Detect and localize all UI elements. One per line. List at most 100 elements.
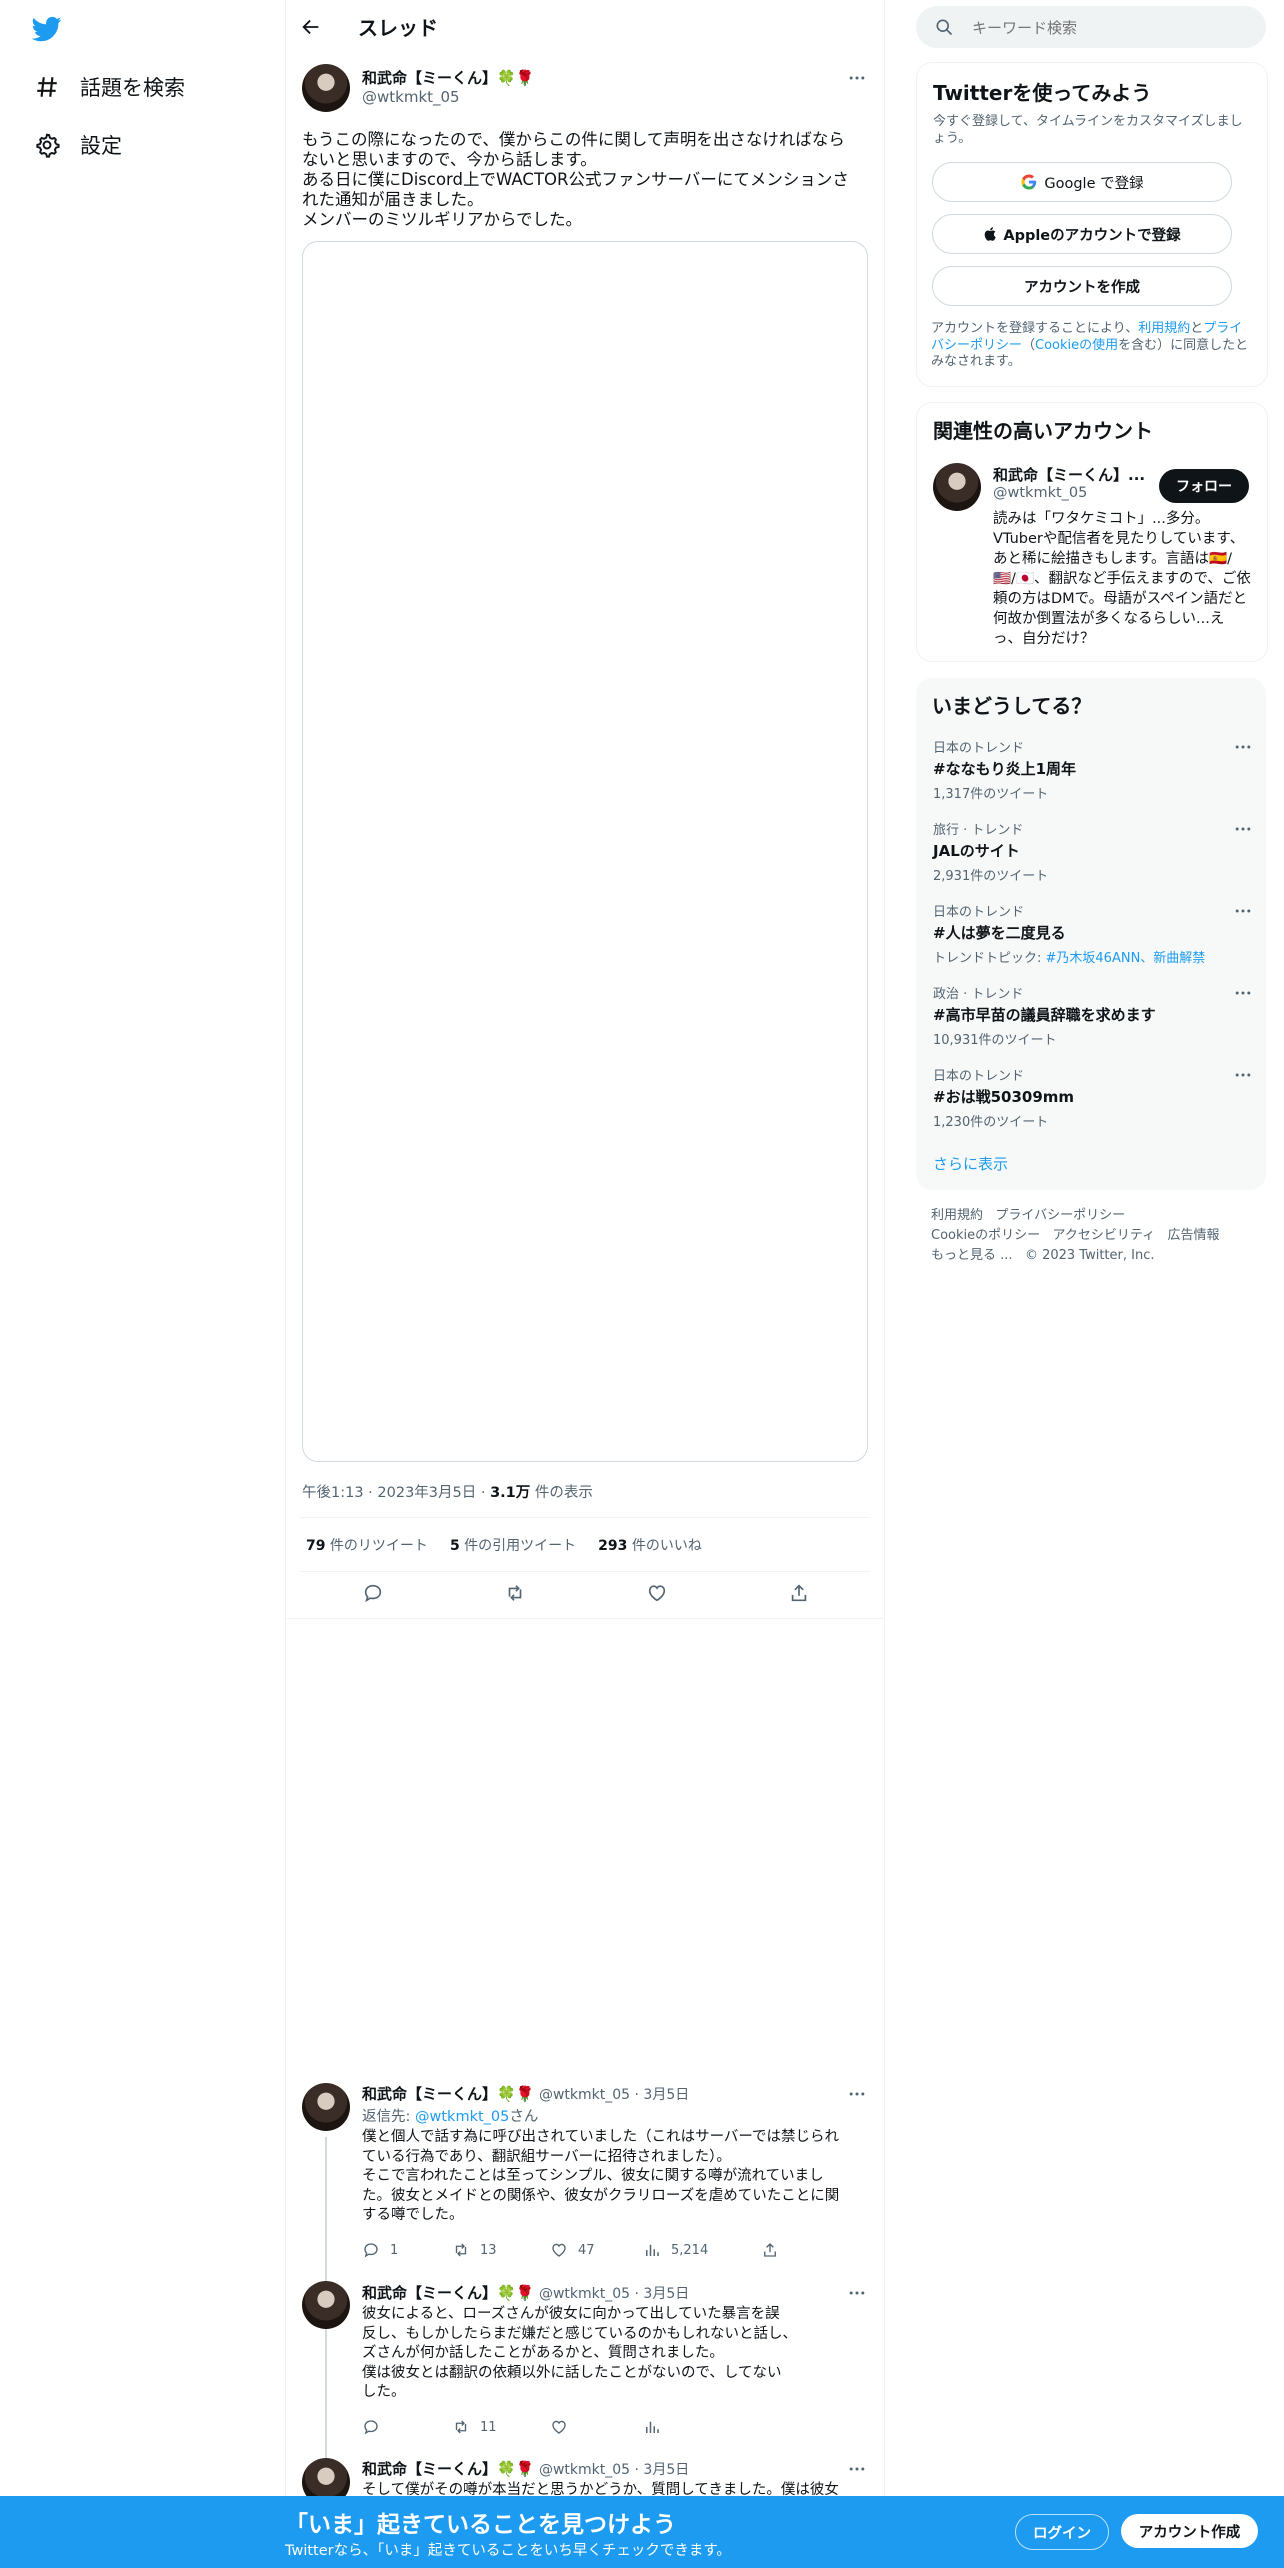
- share-icon[interactable]: [788, 1582, 810, 1604]
- avatar[interactable]: [933, 463, 981, 511]
- follow-button[interactable]: フォロー: [1159, 469, 1249, 503]
- author-name[interactable]: 和武命【ミーくん】🍀🌹: [362, 2460, 534, 2478]
- more-options-icon[interactable]: [1233, 737, 1253, 757]
- trend-item[interactable]: 日本のトレンド #人は夢を二度見る トレンドトピック: #乃木坂46ANN、新曲…: [933, 901, 1253, 966]
- quotes-stat[interactable]: 5 件の引用ツイート: [450, 1535, 576, 1555]
- retweets-stat[interactable]: 79 件のリツイート: [306, 1535, 428, 1555]
- trend-item[interactable]: 日本のトレンド #ななもり炎上1周年 1,317件のツイート: [933, 737, 1253, 802]
- tweet-line: ないと思いますので、今から話します。: [302, 150, 597, 169]
- author-name[interactable]: 和武命【ミーくん】🍀🌹: [362, 2085, 534, 2103]
- reply-button[interactable]: [362, 2418, 452, 2436]
- login-button[interactable]: ログイン: [1015, 2514, 1109, 2550]
- retweet-icon[interactable]: [504, 1582, 526, 1604]
- avatar[interactable]: [302, 2281, 350, 2329]
- views-count: 3.1万: [490, 1485, 531, 1501]
- trend-item[interactable]: 日本のトレンド #おは戦50309mm 1,230件のツイート: [933, 1065, 1253, 1130]
- reply-icon: [364, 2243, 378, 2258]
- related-title: 関連性の高いアカウント: [933, 419, 1153, 443]
- like-icon[interactable]: [646, 1582, 668, 1604]
- reply-line: した。: [362, 2384, 406, 2400]
- like-count: 47: [578, 2242, 595, 2258]
- terms-prefix: アカウントを登録することにより、: [931, 321, 1139, 336]
- twitter-logo-icon[interactable]: [30, 14, 64, 44]
- reply-to-handle[interactable]: @wtkmkt_05: [415, 2109, 509, 2125]
- avatar[interactable]: [302, 2083, 350, 2131]
- reply-meta: @wtkmkt_05 · 3月5日: [538, 2462, 690, 2478]
- more-options-icon[interactable]: [1233, 819, 1253, 839]
- avatar[interactable]: [302, 64, 350, 112]
- tweet-line: れた通知が届きました。: [302, 190, 484, 209]
- footer-accessibility-link[interactable]: アクセシビリティ: [1053, 1228, 1156, 1243]
- trend-item[interactable]: 旅行 · トレンド JALのサイト 2,931件のツイート: [933, 819, 1253, 884]
- signup-label: アカウント作成: [1138, 2524, 1241, 2541]
- apple-signup-button[interactable]: Appleのアカウントで登録: [932, 214, 1232, 254]
- author-name[interactable]: 和武命【ミーくん】🍀🌹: [362, 2284, 534, 2302]
- more-options-icon[interactable]: [1233, 1065, 1253, 1085]
- trend-count: 1,230件のツイート: [933, 1115, 1049, 1130]
- reply-line: た。彼女とメイドとの関係や、彼女がクラリローズを虐めていたことに関: [362, 2187, 840, 2204]
- related-name[interactable]: 和武命【ミーくん】...: [993, 464, 1145, 485]
- trend-title: JALのサイト: [933, 842, 1020, 860]
- show-more-link[interactable]: さらに表示: [933, 1153, 1008, 1174]
- trend-item[interactable]: 政治 · トレンド #高市早苗の議員辞職を求めます 10,931件のツイート: [933, 983, 1253, 1048]
- trend-title: #高市早苗の議員辞職を求めます: [933, 1006, 1156, 1024]
- footer-ads-link[interactable]: 広告情報: [1168, 1228, 1220, 1243]
- footer-terms-link[interactable]: 利用規約: [931, 1208, 983, 1223]
- back-arrow-icon[interactable]: [300, 16, 322, 38]
- footer-privacy-link[interactable]: プライバシーポリシー: [995, 1208, 1125, 1223]
- author-handle[interactable]: @wtkmkt_05: [362, 88, 460, 106]
- trend-count: 2,931件のツイート: [933, 869, 1049, 884]
- thread-column: スレッド 和武命【ミーくん】🍀🌹 @wtkmkt_05 もうこの際になったので、…: [285, 0, 885, 2568]
- retweet-button[interactable]: 13: [452, 2241, 550, 2259]
- tweet-text: もうこの際になったので、僕からこの件に関して声明を出さなければなら ないと思いま…: [302, 130, 862, 230]
- author-name[interactable]: 和武命【ミーくん】🍀🌹: [362, 67, 534, 88]
- reply-line: ている行為であり、翻訳組サーバーに招待されました）。: [362, 2148, 731, 2165]
- signup-subtitle: 今すぐ登録して、タイムラインをカスタマイズしましょう。: [933, 114, 1243, 146]
- reply-line: 彼女によると、ローズさんが彼女に向かって出していた暴言を誤: [362, 2306, 780, 2322]
- page-title: スレッド: [358, 16, 438, 40]
- search-input[interactable]: [970, 14, 1254, 42]
- more-options-icon[interactable]: [847, 68, 867, 88]
- cookie-link[interactable]: Cookieの使用: [1035, 338, 1118, 353]
- reply-line: ズさんが何か話したことがあるかと、質問されました。: [362, 2345, 724, 2361]
- retweet-button[interactable]: 11: [452, 2418, 550, 2436]
- footer-more-link[interactable]: もっと見る ...: [931, 1248, 1013, 1263]
- quotes-label: 件の引用ツイート: [459, 1538, 577, 1554]
- reply-icon[interactable]: [362, 1582, 384, 1604]
- apple-icon: [985, 227, 997, 241]
- nav-explore[interactable]: 話題を検索: [34, 63, 185, 111]
- hashtag-icon: [37, 77, 57, 97]
- google-signup-button[interactable]: Google で登録: [932, 162, 1232, 202]
- more-options-icon[interactable]: [1233, 901, 1253, 921]
- signup-title: Twitterを使ってみよう: [933, 81, 1152, 105]
- reply-line: そこで言われたことは至ってシンプル、彼女に関する噂が流れていまし: [362, 2168, 824, 2184]
- more-options-icon[interactable]: [1233, 983, 1253, 1003]
- trend-context: 日本のトレンド: [933, 905, 1025, 920]
- media-card[interactable]: [302, 241, 868, 1462]
- footer-cookie-link[interactable]: Cookieのポリシー: [931, 1228, 1040, 1243]
- related-handle[interactable]: @wtkmkt_05: [993, 485, 1087, 501]
- likes-stat[interactable]: 293 件のいいね: [598, 1535, 702, 1555]
- create-account-button[interactable]: アカウントを作成: [932, 266, 1232, 306]
- views-label: 件の表示: [530, 1485, 593, 1501]
- nav-settings[interactable]: 設定: [34, 121, 122, 169]
- terms-link[interactable]: 利用規約: [1138, 321, 1190, 336]
- more-options-icon[interactable]: [847, 2459, 867, 2479]
- more-options-icon[interactable]: [847, 2283, 867, 2303]
- signup-terms: アカウントを登録することにより、利用規約とプライバシーポリシー（Cookieの使…: [931, 321, 1253, 371]
- trend-topics-links[interactable]: #乃木坂46ANN、新曲解禁: [1046, 951, 1206, 966]
- reply-meta: @wtkmkt_05 · 3月5日: [538, 2286, 690, 2302]
- like-button[interactable]: 47: [550, 2241, 643, 2259]
- search-box[interactable]: [916, 6, 1266, 48]
- reply-line: 僕と個人で話す為に呼び出されていました（これはサーバーでは禁じられ: [362, 2129, 840, 2145]
- views-button[interactable]: [643, 2418, 671, 2436]
- share-button[interactable]: [761, 2241, 789, 2259]
- signup-card: Twitterを使ってみよう 今すぐ登録して、タイムラインをカスタマイズしましょ…: [916, 62, 1268, 387]
- like-button[interactable]: [550, 2418, 643, 2436]
- trend-title: #おは戦50309mm: [933, 1088, 1075, 1106]
- trend-title: #人は夢を二度見る: [933, 924, 1066, 942]
- more-options-icon[interactable]: [847, 2084, 867, 2104]
- reply-button[interactable]: 1: [362, 2241, 452, 2259]
- signup-button[interactable]: アカウント作成: [1121, 2514, 1258, 2548]
- views-button[interactable]: 5,214: [643, 2241, 761, 2259]
